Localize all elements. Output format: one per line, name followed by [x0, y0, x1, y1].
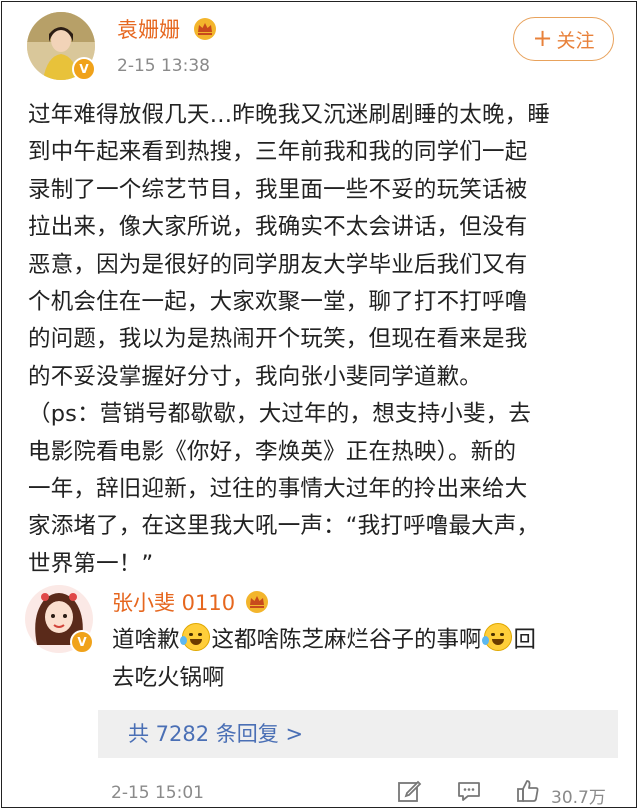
follow-label: 关注: [556, 29, 595, 52]
verified-badge-icon: V: [72, 57, 96, 81]
crown-icon: [194, 18, 216, 40]
reply-text-part: 去吃火锅啊: [112, 665, 225, 691]
post-line: 过年难得放假几天…昨晚我又沉迷刷剧睡的太晚，睡: [28, 102, 551, 128]
reply-crown-icon: [246, 591, 268, 613]
post-line: 世界第一！”: [28, 550, 154, 577]
post-line: 的不妥没掌握好分寸，我向张小斐同学道歉。: [28, 363, 483, 390]
post-line: 家添堵了，在这里我大吼一声：“我打呼噜最大声，: [28, 513, 540, 540]
post-time: 2-15 13:38: [117, 56, 210, 76]
reply-content: 道啥歉 这都啥陈芝麻烂谷子的事啊 回 去吃火锅啊: [112, 621, 610, 697]
post-line: （ps：营销号都歇歇，大过年的，想支持小斐，去: [28, 401, 532, 428]
reply-text-part: 回: [513, 627, 537, 653]
reply-verified-badge-icon: V: [70, 630, 94, 654]
cry-laugh-emoji: [179, 623, 210, 651]
post-line: 恶意，因为是很好的同学朋友大学毕业后我们又有: [28, 251, 528, 278]
plus-icon: +: [532, 24, 553, 52]
post-line: 电影院看电影《你好，李焕英》正在热映）。新的: [28, 438, 517, 465]
post-line: 拉出来，像大家所说，我确实不太会讲话，但没有: [28, 214, 528, 241]
post-line: 的问题，我以为是热闹开个玩笑，但现在看来是我: [28, 326, 528, 353]
post-author-name[interactable]: 袁姗姗: [117, 14, 180, 44]
reply-text-part: 这都啥陈芝麻烂谷子的事啊: [211, 627, 482, 653]
laugh-emoji: [481, 623, 512, 651]
like-icon[interactable]: [515, 778, 541, 804]
reply-author-name[interactable]: 张小斐 0110: [112, 591, 235, 615]
like-count: 30.7万: [551, 788, 606, 808]
follow-button[interactable]: + 关注: [513, 17, 614, 61]
more-replies-link[interactable]: 共 7282 条回复 >: [98, 710, 618, 758]
reply-author-row: 张小斐 0110: [112, 587, 235, 617]
post-line: 到中午起来看到热搜，三年前我和我的同学们一起: [28, 139, 528, 166]
comment-icon[interactable]: [456, 778, 482, 804]
reply-text-part: 道啥歉: [112, 627, 180, 653]
post-content: 过年难得放假几天…昨晚我又沉迷刷剧睡的太晚，睡 到中午起来看到热搜，三年前我和我…: [28, 97, 610, 583]
post-line: 录制了一个综艺节目，我里面一些不妥的玩笑话被: [28, 176, 528, 203]
edit-icon[interactable]: [396, 778, 422, 804]
post-line: 一年，辞旧迎新，过往的事情大过年的拎出来给大: [28, 476, 528, 503]
post-line: 个机会住在一起，大家欢聚一堂，聊了打不打呼噜: [28, 289, 528, 316]
reply-time: 2-15 15:01: [111, 783, 204, 803]
